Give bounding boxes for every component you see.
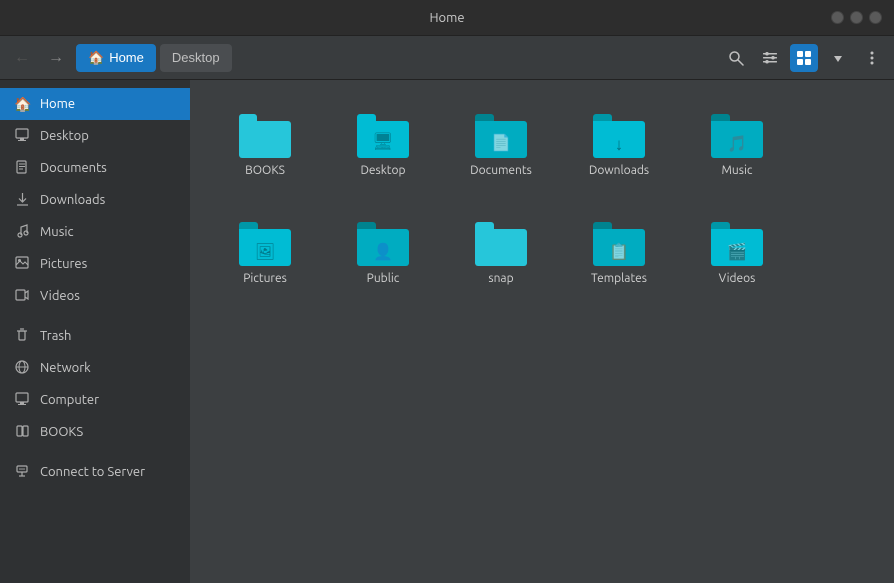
folder-music-icon: 🎵 xyxy=(711,114,763,158)
desktop-icon xyxy=(14,128,30,145)
window-controls xyxy=(831,11,882,24)
folder-desktop-icon: 🖥 xyxy=(357,114,409,158)
videos-icon xyxy=(14,288,30,304)
connect-server-icon xyxy=(14,464,30,481)
computer-icon xyxy=(14,392,30,409)
sidebar-desktop-label: Desktop xyxy=(40,129,89,143)
search-icon xyxy=(728,50,744,66)
sidebar-pictures-label: Pictures xyxy=(40,257,87,271)
folder-downloads[interactable]: ↓ Downloads xyxy=(564,96,674,196)
network-icon xyxy=(14,360,30,377)
folder-documents-icon: 📄 xyxy=(475,114,527,158)
sidebar-separator-1 xyxy=(0,312,190,320)
folder-snap-label: snap xyxy=(488,272,513,286)
folder-desktop[interactable]: 🖥 Desktop xyxy=(328,96,438,196)
sidebar-separator-2 xyxy=(0,448,190,456)
folder-downloads-label: Downloads xyxy=(589,164,649,178)
sidebar-item-videos[interactable]: Videos xyxy=(0,280,190,312)
folder-music-label: Music xyxy=(722,164,753,178)
close-button[interactable] xyxy=(831,11,844,24)
sidebar-home-label: Home xyxy=(40,97,75,111)
sidebar-music-label: Music xyxy=(40,225,74,239)
folder-public-icon: 👤 xyxy=(357,222,409,266)
tab-home[interactable]: 🏠 Home xyxy=(76,44,156,72)
sidebar-item-connect-server[interactable]: Connect to Server xyxy=(0,456,190,488)
folder-downloads-icon: ↓ xyxy=(593,114,645,158)
sidebar-item-network[interactable]: Network xyxy=(0,352,190,384)
sidebar-trash-label: Trash xyxy=(40,329,71,343)
tab-desktop[interactable]: Desktop xyxy=(160,44,232,72)
folder-pictures-icon: 🖼 xyxy=(239,222,291,266)
back-button[interactable]: ← xyxy=(8,44,36,72)
sort-button[interactable] xyxy=(824,44,852,72)
folder-videos[interactable]: 🎬 Videos xyxy=(682,204,792,304)
folder-templates-icon: 📋 xyxy=(593,222,645,266)
sidebar-documents-label: Documents xyxy=(40,161,107,175)
folder-public-label: Public xyxy=(367,272,400,286)
sidebar-item-home[interactable]: 🏠 Home xyxy=(0,88,190,120)
home-icon: 🏠 xyxy=(14,96,30,113)
folder-templates-label: Templates xyxy=(591,272,647,286)
menu-button[interactable] xyxy=(858,44,886,72)
folder-documents-label: Documents xyxy=(470,164,532,178)
folder-videos-icon: 🎬 xyxy=(711,222,763,266)
sidebar-item-trash[interactable]: Trash xyxy=(0,320,190,352)
content-area: BOOKS 🖥 Desktop 📄 Documents xyxy=(190,80,894,583)
folder-documents[interactable]: 📄 Documents xyxy=(446,96,556,196)
sidebar-connect-server-label: Connect to Server xyxy=(40,465,145,479)
file-grid: BOOKS 🖥 Desktop 📄 Documents xyxy=(210,96,874,304)
sidebar-books-label: BOOKS xyxy=(40,425,83,439)
folder-snap-icon xyxy=(475,222,527,266)
tab-home-label: Home xyxy=(109,50,144,65)
folder-books-label: BOOKS xyxy=(245,164,285,178)
sort-icon xyxy=(830,50,846,66)
search-button[interactable] xyxy=(722,44,750,72)
sidebar-videos-label: Videos xyxy=(40,289,80,303)
sidebar-item-pictures[interactable]: Pictures xyxy=(0,248,190,280)
grid-view-button[interactable] xyxy=(790,44,818,72)
trash-icon xyxy=(14,328,30,345)
pictures-icon xyxy=(14,256,30,272)
folder-templates[interactable]: 📋 Templates xyxy=(564,204,674,304)
maximize-button[interactable] xyxy=(869,11,882,24)
main-layout: 🏠 Home Desktop Documents Downloads Mu xyxy=(0,80,894,583)
overflow-menu-icon xyxy=(864,50,880,66)
folder-music[interactable]: 🎵 Music xyxy=(682,96,792,196)
books-icon xyxy=(14,424,30,441)
toolbar: ← → 🏠 Home Desktop xyxy=(0,36,894,80)
folder-pictures[interactable]: 🖼 Pictures xyxy=(210,204,320,304)
view-options-icon xyxy=(762,50,778,66)
view-options-button[interactable] xyxy=(756,44,784,72)
forward-button[interactable]: → xyxy=(42,44,70,72)
home-tab-icon: 🏠 xyxy=(88,50,104,66)
folder-books-icon xyxy=(239,114,291,158)
sidebar-item-music[interactable]: Music xyxy=(0,216,190,248)
sidebar-item-desktop[interactable]: Desktop xyxy=(0,120,190,152)
titlebar: Home xyxy=(0,0,894,36)
sidebar-network-label: Network xyxy=(40,361,91,375)
folder-pictures-label: Pictures xyxy=(243,272,287,286)
minimize-button[interactable] xyxy=(850,11,863,24)
tab-desktop-label: Desktop xyxy=(172,50,220,65)
folder-books[interactable]: BOOKS xyxy=(210,96,320,196)
folder-public[interactable]: 👤 Public xyxy=(328,204,438,304)
sidebar-item-books[interactable]: BOOKS xyxy=(0,416,190,448)
breadcrumb: 🏠 Home Desktop xyxy=(76,44,393,72)
downloads-sidebar-icon xyxy=(14,192,30,209)
sidebar: 🏠 Home Desktop Documents Downloads Mu xyxy=(0,80,190,583)
sidebar-item-computer[interactable]: Computer xyxy=(0,384,190,416)
folder-videos-label: Videos xyxy=(719,272,756,286)
documents-icon xyxy=(14,160,30,177)
sidebar-item-documents[interactable]: Documents xyxy=(0,152,190,184)
grid-view-icon xyxy=(796,50,812,66)
window-title: Home xyxy=(429,11,464,25)
folder-snap[interactable]: snap xyxy=(446,204,556,304)
folder-desktop-label: Desktop xyxy=(360,164,405,178)
sidebar-computer-label: Computer xyxy=(40,393,99,407)
sidebar-downloads-label: Downloads xyxy=(40,193,105,207)
music-icon xyxy=(14,224,30,241)
sidebar-item-downloads[interactable]: Downloads xyxy=(0,184,190,216)
